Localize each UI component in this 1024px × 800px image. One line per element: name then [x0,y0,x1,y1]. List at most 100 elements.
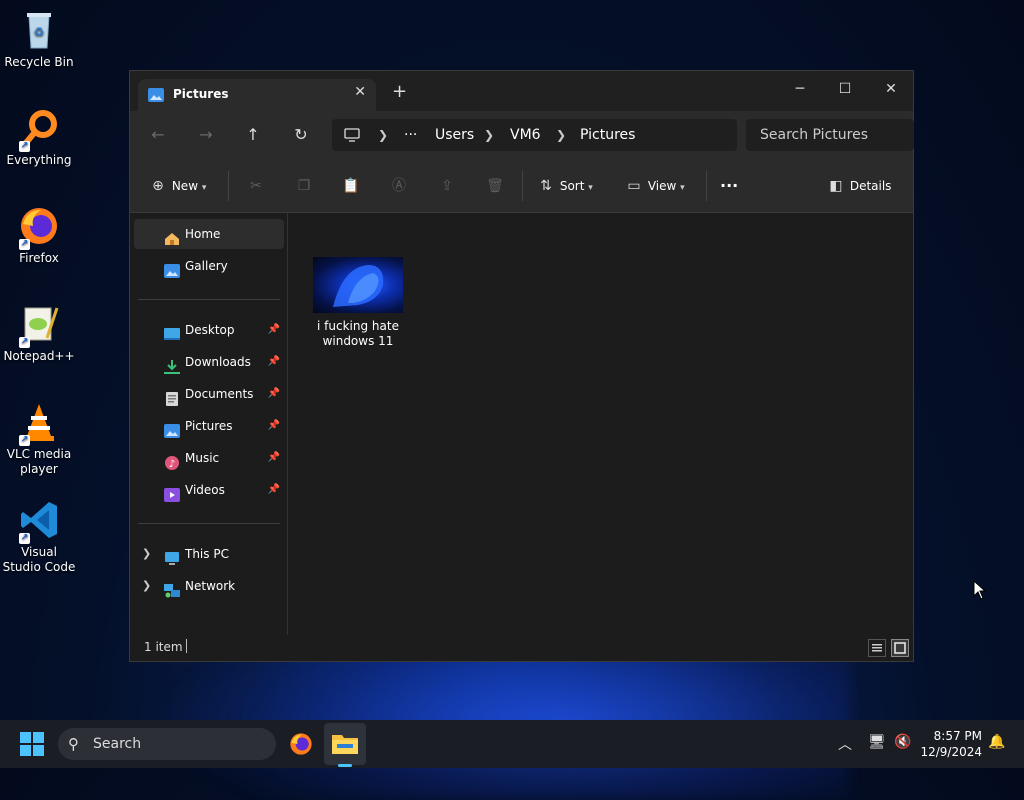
details-button[interactable]: ◧ Details [826,173,891,199]
copy-button[interactable]: ❐ [294,173,314,199]
notification-bell-icon[interactable]: 🔔 [988,734,1005,750]
windows-start-icon[interactable] [20,732,44,760]
nav-item-documents[interactable]: Documents 📌 [134,379,284,409]
file-list: i fucking hate windows 11 [288,213,913,637]
nav-item-home[interactable]: Home [134,219,284,249]
nav-item-label: Documents [185,387,254,401]
file-explorer-taskbar-button[interactable] [324,723,366,765]
toolbar-divider [522,171,523,201]
minimize-button[interactable]: ─ [777,75,823,103]
paste-button[interactable]: 📋 [341,173,361,199]
taskbar-search[interactable]: ⚲ Search [58,728,276,760]
new-button[interactable]: ⊕ New ▾ [148,173,206,199]
large-icons-view-toggle[interactable] [891,639,909,657]
forward-arrow-icon[interactable]: → [194,123,218,147]
address-more[interactable]: ··· [404,119,417,151]
chevron-right-icon[interactable]: ❯ [142,539,151,569]
sort-button[interactable]: ⇅ Sort ▾ [536,173,593,199]
nav-item-videos[interactable]: Videos 📌 [134,475,284,505]
breadcrumb-vm6[interactable]: VM6 [510,119,541,151]
gallery-icon [164,259,180,278]
document-icon [164,387,180,406]
title-bar[interactable]: Pictures ✕ + ─ ☐ ✕ [130,71,913,111]
desktop-icon-vlc[interactable]: ↗ VLC media player [2,400,76,477]
network-status-icon[interactable]: 🖥 [868,734,886,750]
chevron-right-icon[interactable]: ❯ [484,119,494,151]
nav-item-pictures[interactable]: Pictures 📌 [134,411,284,441]
volume-muted-icon[interactable]: 🔇 [894,734,911,750]
details-label: Details [849,179,892,193]
monitor-icon[interactable] [344,119,360,151]
delete-button[interactable]: 🗑 [485,173,505,199]
recycle-bin-icon: ♻ [17,8,61,52]
share-button[interactable]: ⇪ [437,173,457,199]
nav-item-gallery[interactable]: Gallery [134,251,284,281]
desktop-icon-notepadpp[interactable]: ↗ Notepad++ [2,302,76,364]
chevron-right-icon[interactable]: ❯ [142,571,151,601]
pin-icon[interactable]: 📌 [268,475,280,505]
navigation-bar: ← → ↑ ↻ ❯ ··· Users ❯ VM6 ❯ Pictures Sea… [130,111,914,159]
everything-icon: ↗ [17,106,61,152]
up-arrow-icon[interactable]: ↑ [241,123,265,147]
nav-item-this-pc[interactable]: ❯ This PC [134,539,284,569]
nav-item-label: Downloads [185,355,251,369]
chevron-right-icon[interactable]: ❯ [378,119,388,151]
notepad-plus-plus-icon: ↗ [17,302,61,348]
pin-icon[interactable]: 📌 [268,443,280,473]
nav-item-network[interactable]: ❯ Network [134,571,284,601]
pin-icon[interactable]: 📌 [268,315,280,345]
nav-divider [138,299,280,300]
video-icon [164,483,180,502]
scissors-icon: ✂ [250,178,262,194]
pin-icon[interactable]: 📌 [268,379,280,409]
nav-item-downloads[interactable]: Downloads 📌 [134,347,284,377]
chevron-up-icon[interactable]: ︿ [838,734,852,754]
new-tab-icon[interactable]: + [392,83,407,101]
more-options-button[interactable]: ··· [720,173,738,199]
trash-icon: 🗑 [486,178,504,194]
clock-date: 12/9/2024 [920,745,982,759]
breadcrumb-pictures[interactable]: Pictures [580,119,635,151]
desktop-icon-everything[interactable]: ↗ Everything [2,106,76,168]
status-bar: 1 item [130,635,913,661]
file-explorer-window: Pictures ✕ + ─ ☐ ✕ ← → ↑ ↻ ❯ ··· Users ❯… [129,70,914,662]
back-arrow-icon[interactable]: ← [146,123,170,147]
nav-item-music[interactable]: ♪ Music 📌 [134,443,284,473]
shortcut-arrow-icon: ↗ [19,239,30,250]
toolbar-divider [228,171,229,201]
download-icon [164,355,180,374]
desktop-icon-recycle-bin[interactable]: ♻ Recycle Bin [2,8,76,70]
cut-button[interactable]: ✂ [246,173,266,199]
sort-arrows-icon: ⇅ [540,178,552,194]
desktop-icon-vscode[interactable]: ↗ Visual Studio Code [2,498,76,575]
details-view-toggle[interactable] [868,639,886,657]
pin-icon[interactable]: 📌 [268,411,280,441]
file-item[interactable]: i fucking hate windows 11 [310,257,406,349]
view-icon: ▭ [627,178,641,194]
file-name: i fucking hate windows 11 [317,319,399,348]
taskbar-clock[interactable]: 8:57 PM 12/9/2024 [920,728,982,760]
navigation-pane: Home Gallery Desktop 📌 Downloads 📌 Docum… [130,213,288,637]
firefox-taskbar-icon[interactable] [288,731,314,761]
breadcrumb-users[interactable]: Users [435,119,474,151]
close-window-button[interactable]: ✕ [868,75,914,103]
view-button[interactable]: ▭ View ▾ [624,173,684,199]
desktop-icon-label: Everything [6,153,72,167]
maximize-button[interactable]: ☐ [822,75,868,103]
nav-item-desktop[interactable]: Desktop 📌 [134,315,284,345]
desktop-icon-firefox[interactable]: ↗ Firefox [2,204,76,266]
chevron-right-icon[interactable]: ❯ [556,119,566,151]
rename-button[interactable]: Ⓐ [389,173,409,199]
chevron-down-icon: ▾ [201,183,207,193]
sort-label: Sort [559,179,585,193]
search-input[interactable]: Search Pictures [746,119,914,151]
pin-icon[interactable]: 📌 [268,347,280,377]
address-bar[interactable]: ❯ ··· Users ❯ VM6 ❯ Pictures [332,119,737,151]
tab-pictures[interactable]: Pictures ✕ [138,79,376,111]
nav-item-label: Videos [185,483,225,497]
tab-close-icon[interactable]: ✕ [354,84,366,100]
pictures-folder-icon [148,87,164,102]
refresh-icon[interactable]: ↻ [289,123,313,147]
taskbar-search-label: Search [93,736,142,752]
command-bar: ⊕ New ▾ ✂ ❐ 📋 Ⓐ ⇪ 🗑 ⇅ Sort ▾ ▭ View ▾ ··… [130,159,913,213]
